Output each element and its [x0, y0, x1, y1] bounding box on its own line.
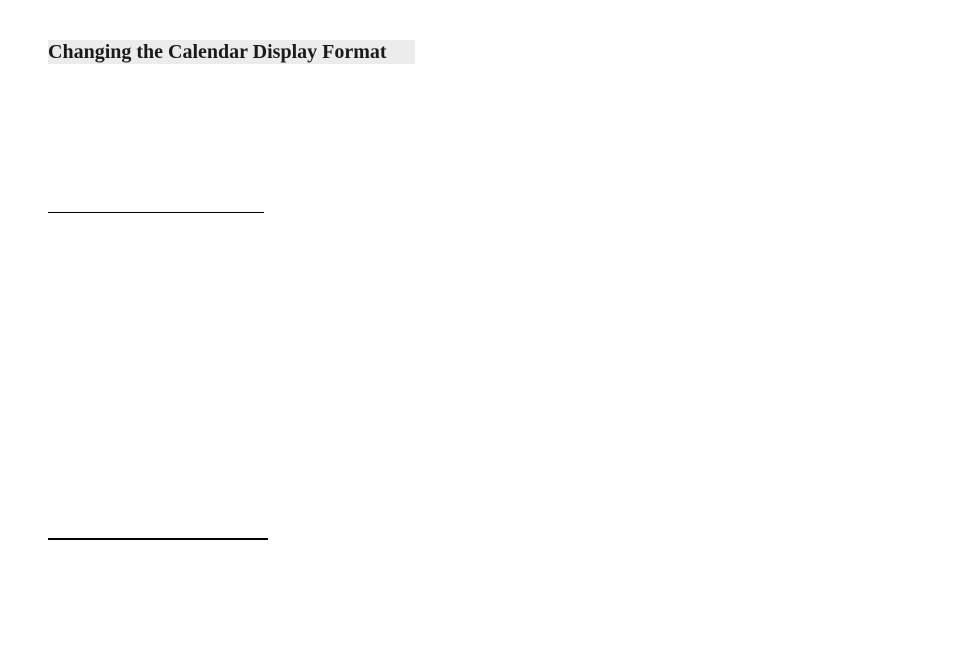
divider-line-lower	[48, 538, 268, 540]
page-heading: Changing the Calendar Display Format	[48, 41, 387, 63]
page-heading-container: Changing the Calendar Display Format	[48, 40, 415, 64]
divider-line-upper	[48, 212, 264, 213]
